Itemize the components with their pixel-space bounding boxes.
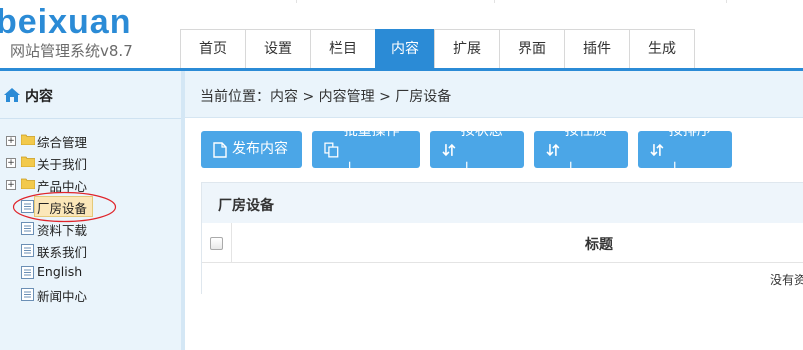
sort-order-button[interactable]: 按排序↓ [638,123,732,176]
button-label: 发布内容 [232,141,288,157]
button-label: 批量操作↓ [343,122,400,176]
sidebar: 内容 + 综合管理 + 关于我们 + 产品中心 厂房设备 资料下载 联系我们 E… [0,71,181,350]
sort-icon [442,143,456,156]
panel-header: 厂房设备 [202,183,803,224]
highlight-circle-annotation [12,191,117,223]
table-header-row: 标题 [202,223,803,263]
sort-icon [650,143,664,156]
sidebar-title: 内容 [25,89,53,105]
sidebar-header: 内容 [0,71,181,119]
button-label: 按排序↓ [668,122,711,176]
select-all-cell [202,223,232,262]
tab-columns[interactable]: 栏目 [310,29,376,68]
tree-item-label: 综合管理 [37,135,88,150]
document-icon [213,141,227,158]
logo: beixuan [0,3,132,41]
batch-operation-button[interactable]: 批量操作↓ [312,123,420,176]
copy-icon [324,142,339,157]
tree-item-label: 新闻中心 [37,289,88,304]
breadcrumb-text: 当前位置：内容 > 内容管理 > 厂房设备 [200,89,452,105]
tab-generate[interactable]: 生成 [629,29,695,68]
publish-content-button[interactable]: 发布内容 [201,131,302,168]
button-label: 按性质↓ [564,122,607,176]
select-all-checkbox[interactable] [210,237,223,250]
expand-icon[interactable]: + [6,180,16,190]
empty-row: 没有资 [202,263,803,294]
toolbar: 发布内容 批量操作↓ 按状态↓ 按性质↓ 按排序↓ [201,123,732,176]
page-icon [21,222,34,235]
top-divider [494,0,495,3]
top-divider [726,0,727,3]
page-icon [21,244,34,257]
breadcrumb: 当前位置：内容 > 内容管理 > 厂房设备 [185,71,803,118]
folder-icon [21,156,35,167]
filter-by-status-button[interactable]: 按状态↓ [430,123,524,176]
panel-title: 厂房设备 [218,198,274,214]
logo-subtitle: 网站管理系统v8.7 [10,42,133,60]
tab-plugins[interactable]: 插件 [564,29,630,68]
empty-message: 没有资 [770,273,803,287]
tab-content[interactable]: 内容 [375,29,435,69]
home-icon [4,88,20,102]
tree-item-label: 联系我们 [37,245,88,260]
main-nav: 首页 设置 栏目 内容 扩展 界面 插件 生成 [180,29,695,69]
tree-item-label: 关于我们 [37,157,88,172]
page-icon [21,266,34,279]
page-icon [21,288,34,301]
top-divider [296,0,297,3]
button-label: 按状态↓ [460,122,503,176]
tab-extensions[interactable]: 扩展 [434,29,500,68]
tab-interface[interactable]: 界面 [499,29,565,68]
sort-icon [546,143,560,156]
content-panel: 厂房设备 标题 没有资 [201,182,803,294]
folder-icon [21,134,35,145]
expand-icon[interactable]: + [6,158,16,168]
filter-by-nature-button[interactable]: 按性质↓ [534,123,628,176]
expand-icon[interactable]: + [6,136,16,146]
tree-item-label: English [37,264,83,279]
column-header-title: 标题 [585,237,613,253]
tab-settings[interactable]: 设置 [245,29,311,68]
tab-home[interactable]: 首页 [180,29,246,68]
folder-icon [21,178,35,189]
header: beixuan 网站管理系统v8.7 首页 设置 栏目 内容 扩展 界面 插件 … [0,0,803,71]
